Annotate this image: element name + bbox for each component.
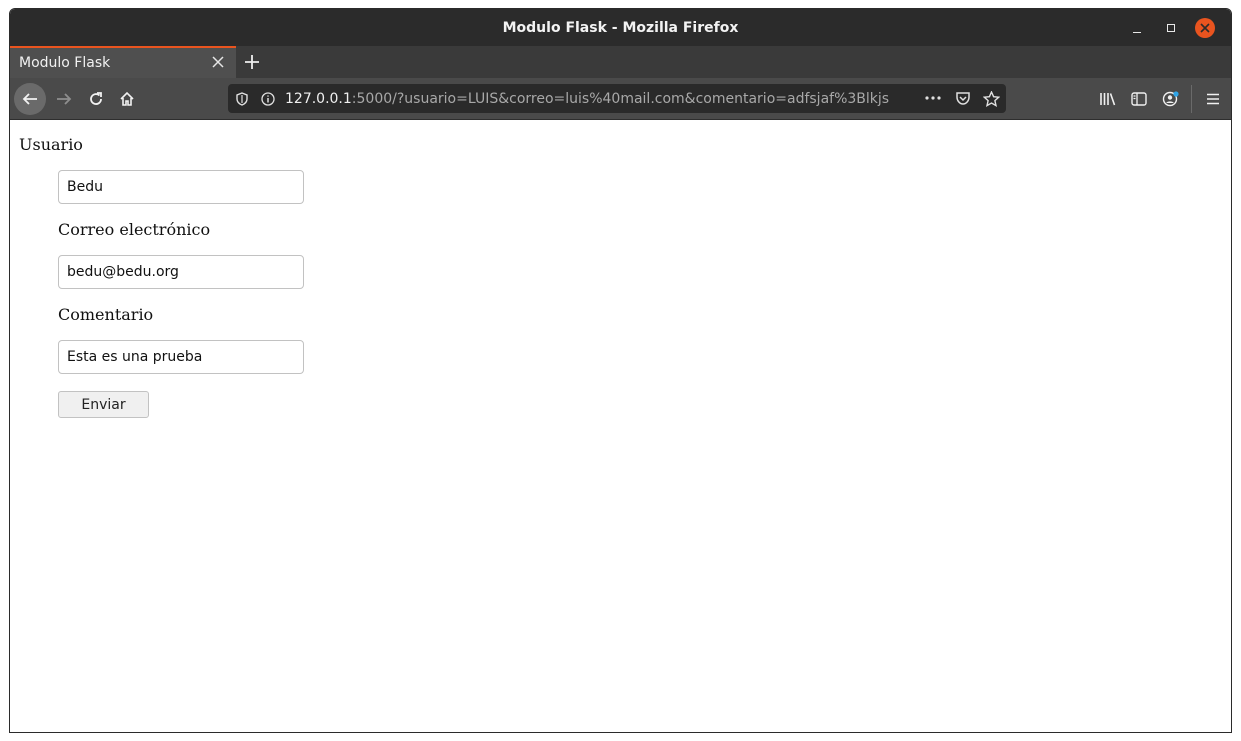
title-bar: Modulo Flask - Mozilla Firefox xyxy=(10,9,1231,46)
url-text[interactable]: 127.0.0.1:5000/?usuario=LUIS&correo=luis… xyxy=(280,91,889,107)
home-icon xyxy=(120,91,134,106)
menu-button[interactable] xyxy=(1198,84,1228,114)
reload-icon xyxy=(90,92,102,105)
library-icon xyxy=(1100,93,1116,106)
browser-window: Modulo Flask - Mozilla Firefox Modulo Fl… xyxy=(9,8,1232,733)
minimize-button[interactable] xyxy=(1120,18,1154,38)
more-horizontal-icon[interactable] xyxy=(923,91,943,105)
url-path: :5000/?usuario=LUIS&correo=luis%40mail.c… xyxy=(351,90,890,107)
tab-modulo-flask[interactable]: Modulo Flask xyxy=(10,46,236,78)
usuario-label: Usuario xyxy=(19,135,83,154)
hamburger-menu-icon xyxy=(1207,93,1219,105)
close-icon xyxy=(1195,18,1215,38)
navigation-toolbar: 127.0.0.1:5000/?usuario=LUIS&correo=luis… xyxy=(10,78,1231,120)
toolbar-separator xyxy=(1191,85,1192,113)
page-content: Usuario Bedu Correo electrónico bedu@bed… xyxy=(10,120,1231,732)
arrow-left-icon xyxy=(22,93,37,105)
tab-strip: Modulo Flask xyxy=(10,46,1231,78)
pocket-icon[interactable] xyxy=(952,90,974,107)
usuario-input[interactable]: Bedu xyxy=(58,170,304,204)
url-host: 127.0.0.1 xyxy=(285,90,352,107)
star-icon[interactable] xyxy=(980,89,1002,108)
info-icon[interactable] xyxy=(256,91,280,106)
maximize-icon xyxy=(1167,24,1175,32)
forward-button[interactable] xyxy=(49,84,79,114)
correo-input[interactable]: bedu@bedu.org xyxy=(58,255,304,289)
new-tab-button[interactable] xyxy=(236,46,268,78)
comentario-label: Comentario xyxy=(58,305,154,324)
url-bar[interactable]: 127.0.0.1:5000/?usuario=LUIS&correo=luis… xyxy=(228,84,1006,113)
library-button[interactable] xyxy=(1093,84,1123,114)
close-tab-icon[interactable] xyxy=(210,54,226,70)
comentario-input[interactable]: Esta es una prueba xyxy=(58,340,304,374)
account-button[interactable] xyxy=(1156,84,1186,114)
arrow-right-icon xyxy=(57,93,72,105)
window-controls xyxy=(1120,18,1222,38)
shield-icon[interactable] xyxy=(228,91,256,106)
back-button[interactable] xyxy=(14,83,46,115)
home-button[interactable] xyxy=(112,84,142,114)
close-window-button[interactable] xyxy=(1188,18,1222,38)
window-title: Modulo Flask - Mozilla Firefox xyxy=(502,19,739,36)
sidebar-button[interactable] xyxy=(1124,84,1154,114)
plus-icon xyxy=(245,55,259,69)
account-icon xyxy=(1162,91,1179,107)
sidebar-icon xyxy=(1131,92,1147,106)
maximize-button[interactable] xyxy=(1154,18,1188,38)
reload-button[interactable] xyxy=(81,84,111,114)
minimize-icon xyxy=(1133,31,1141,33)
enviar-button[interactable]: Enviar xyxy=(58,391,149,418)
tab-label: Modulo Flask xyxy=(19,55,111,71)
correo-label: Correo electrónico xyxy=(58,220,211,239)
